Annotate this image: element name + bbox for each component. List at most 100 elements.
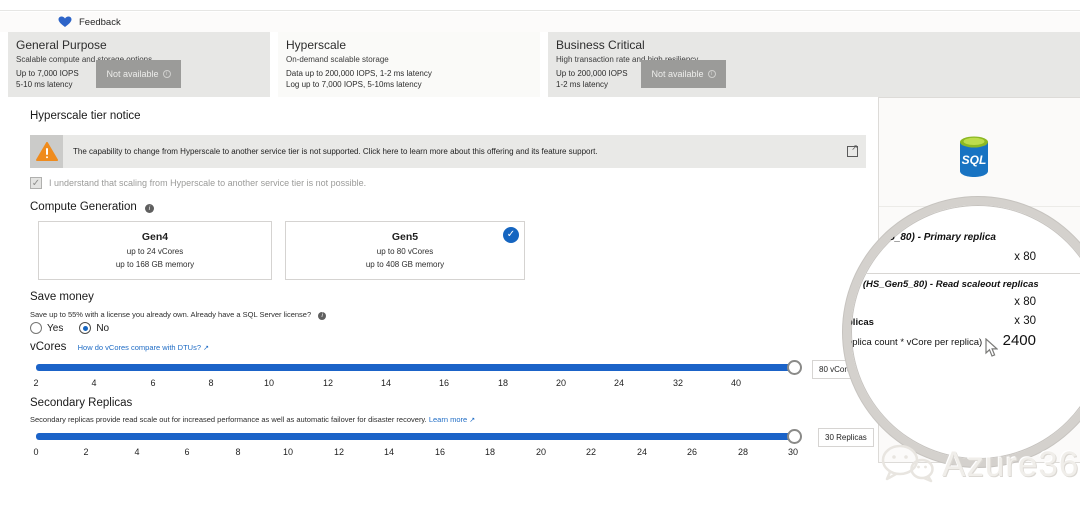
not-available-button[interactable]: Not available i	[96, 60, 181, 88]
tick-label: 24	[614, 378, 624, 388]
save-money-desc: Save up to 55% with a license you alread…	[30, 310, 326, 320]
gen-vcores: up to 80 vCores	[286, 247, 524, 256]
sql-icon-text: SQL	[962, 153, 987, 167]
tick-label: 8	[208, 378, 213, 388]
tick-label: 14	[381, 378, 391, 388]
tick-label: 6	[150, 378, 155, 388]
info-icon: i	[708, 70, 716, 78]
watermark-text: Azure365	[942, 445, 1080, 485]
selected-check-icon: ✓	[503, 227, 519, 243]
tick-label: 10	[264, 378, 274, 388]
tier-detail-line: 1-2 ms latency	[556, 79, 628, 90]
replicas-slider-track[interactable]	[36, 433, 796, 440]
vcores-dtu-link-text: How do vCores compare with DTUs?	[78, 343, 201, 352]
total-vcores-row-label: eplica count * vCore per replica)	[847, 337, 982, 348]
tick-label: 26	[687, 447, 697, 457]
tick-label: 20	[556, 378, 566, 388]
gen-name: Gen5	[286, 231, 524, 243]
tick-label: 16	[439, 378, 449, 388]
radio-no[interactable]: No	[79, 322, 109, 334]
sql-database-icon: SQL	[957, 135, 991, 179]
tier-detail-line: Log up to 7,000 IOPS, 5-10ms latency	[286, 79, 432, 90]
tick-label: 40	[731, 378, 741, 388]
secondary-replicas-title: Secondary Replicas	[30, 397, 132, 409]
tick-label: 18	[485, 447, 495, 457]
vcores-label: vCores	[30, 341, 66, 353]
compute-generation-title: Compute Generation i	[30, 201, 154, 213]
wechat-icon	[880, 443, 934, 487]
info-icon: i	[163, 70, 171, 78]
gen-name: Gen4	[39, 231, 271, 243]
radio-circle-icon	[30, 322, 42, 334]
magnifier-divider	[851, 273, 1080, 274]
tier-desc: High transaction rate and high resilienc…	[556, 55, 1072, 64]
scaleout-row-value: x 80	[1014, 296, 1036, 308]
magnifier-overlay: (HS_Gen5_80) - Primary replica x 80 ale …	[843, 197, 1080, 467]
scaleout-row-label: d	[847, 298, 852, 309]
vcores-slider-handle[interactable]	[787, 360, 802, 375]
not-available-label: Not available	[651, 69, 703, 79]
tick-label: 28	[738, 447, 748, 457]
tick-label: 14	[384, 447, 394, 457]
vcores-dtu-link[interactable]: How do vCores compare with DTUs? ↗	[78, 343, 209, 352]
tier-details: Up to 200,000 IOPS 1-2 ms latency	[556, 68, 628, 90]
tick-label: 12	[323, 378, 333, 388]
top-strip	[0, 0, 1080, 11]
vcores-slider-track[interactable]	[36, 364, 796, 371]
info-icon[interactable]: i	[145, 204, 154, 213]
service-tier-config-screen: Feedback General Purpose Scalable comput…	[0, 0, 1080, 508]
tier-detail-line: Data up to 200,000 IOPS, 1-2 ms latency	[286, 68, 432, 79]
gen5-option-card[interactable]: ✓ Gen5 up to 80 vCores up to 408 GB memo…	[285, 221, 525, 280]
radio-yes[interactable]: Yes	[30, 322, 63, 334]
vcores-tick-labels: 2 4 6 8 10 12 14 16 18 20 24 32 40	[36, 378, 798, 390]
tier-title: Hyperscale	[286, 38, 532, 52]
mouse-cursor	[985, 338, 998, 357]
tick-label: 2	[83, 447, 88, 457]
external-link-icon[interactable]	[847, 146, 858, 157]
gen-memory: up to 408 GB memory	[286, 260, 524, 269]
license-radio-group: Yes No	[30, 322, 109, 334]
tick-label: 30	[788, 447, 798, 457]
not-available-button[interactable]: Not available i	[641, 60, 726, 88]
feedback-label: Feedback	[79, 17, 121, 28]
tick-label: 20	[536, 447, 546, 457]
tick-label: 8	[235, 447, 240, 457]
tick-label: 16	[435, 447, 445, 457]
warning-triangle-icon	[36, 142, 58, 162]
tick-label: 0	[33, 447, 38, 457]
radio-label: No	[96, 323, 109, 334]
feedback-bar[interactable]: Feedback	[0, 12, 1080, 32]
tick-label: 4	[91, 378, 96, 388]
hyperscale-tier-notice-title: Hyperscale tier notice	[30, 110, 141, 122]
tick-label: 18	[498, 378, 508, 388]
replicas-row-label: plicas	[847, 317, 874, 328]
learn-more-text: Learn more	[429, 415, 467, 424]
tier-card-general-purpose[interactable]: General Purpose Scalable compute and sto…	[8, 32, 270, 97]
gen4-option-card[interactable]: Gen4 up to 24 vCores up to 168 GB memory	[38, 221, 272, 280]
tick-label: 4	[134, 447, 139, 457]
warning-icon-box	[30, 135, 63, 168]
warning-body: The capability to change from Hyperscale…	[63, 135, 866, 168]
tier-detail-line: Up to 7,000 IOPS	[16, 68, 79, 79]
radio-label: Yes	[47, 323, 63, 334]
watermark: Azure365	[880, 443, 1080, 487]
tick-label: 10	[283, 447, 293, 457]
tier-card-hyperscale[interactable]: Hyperscale On-demand scalable storage Da…	[278, 32, 540, 97]
tier-detail-line: 5-10 ms latency	[16, 79, 79, 90]
hyperscale-ack-checkbox-row: ✓ I understand that scaling from Hypersc…	[30, 177, 366, 189]
tier-details: Data up to 200,000 IOPS, 1-2 ms latency …	[286, 68, 432, 90]
save-money-title: Save money	[30, 291, 94, 303]
tick-label: 6	[184, 447, 189, 457]
external-link-icon: ↗	[469, 417, 475, 424]
total-vcores-row-value: 2400	[1003, 332, 1036, 349]
checkbox[interactable]: ✓	[30, 177, 42, 189]
tier-card-business-critical[interactable]: Business Critical High transaction rate …	[548, 32, 1080, 97]
compute-generation-label: Compute Generation	[30, 201, 137, 213]
replicas-tick-labels: 0 2 4 6 8 10 12 14 16 18 20 22 24 26 28 …	[36, 447, 798, 459]
learn-more-link[interactable]: Learn more ↗	[429, 415, 475, 424]
tier-title: General Purpose	[16, 38, 262, 52]
vcores-title: vCores How do vCores compare with DTUs? …	[30, 341, 209, 353]
replicas-slider-handle[interactable]	[787, 429, 802, 444]
save-money-desc-text: Save up to 55% with a license you alread…	[30, 310, 311, 319]
info-icon[interactable]: i	[318, 312, 326, 320]
